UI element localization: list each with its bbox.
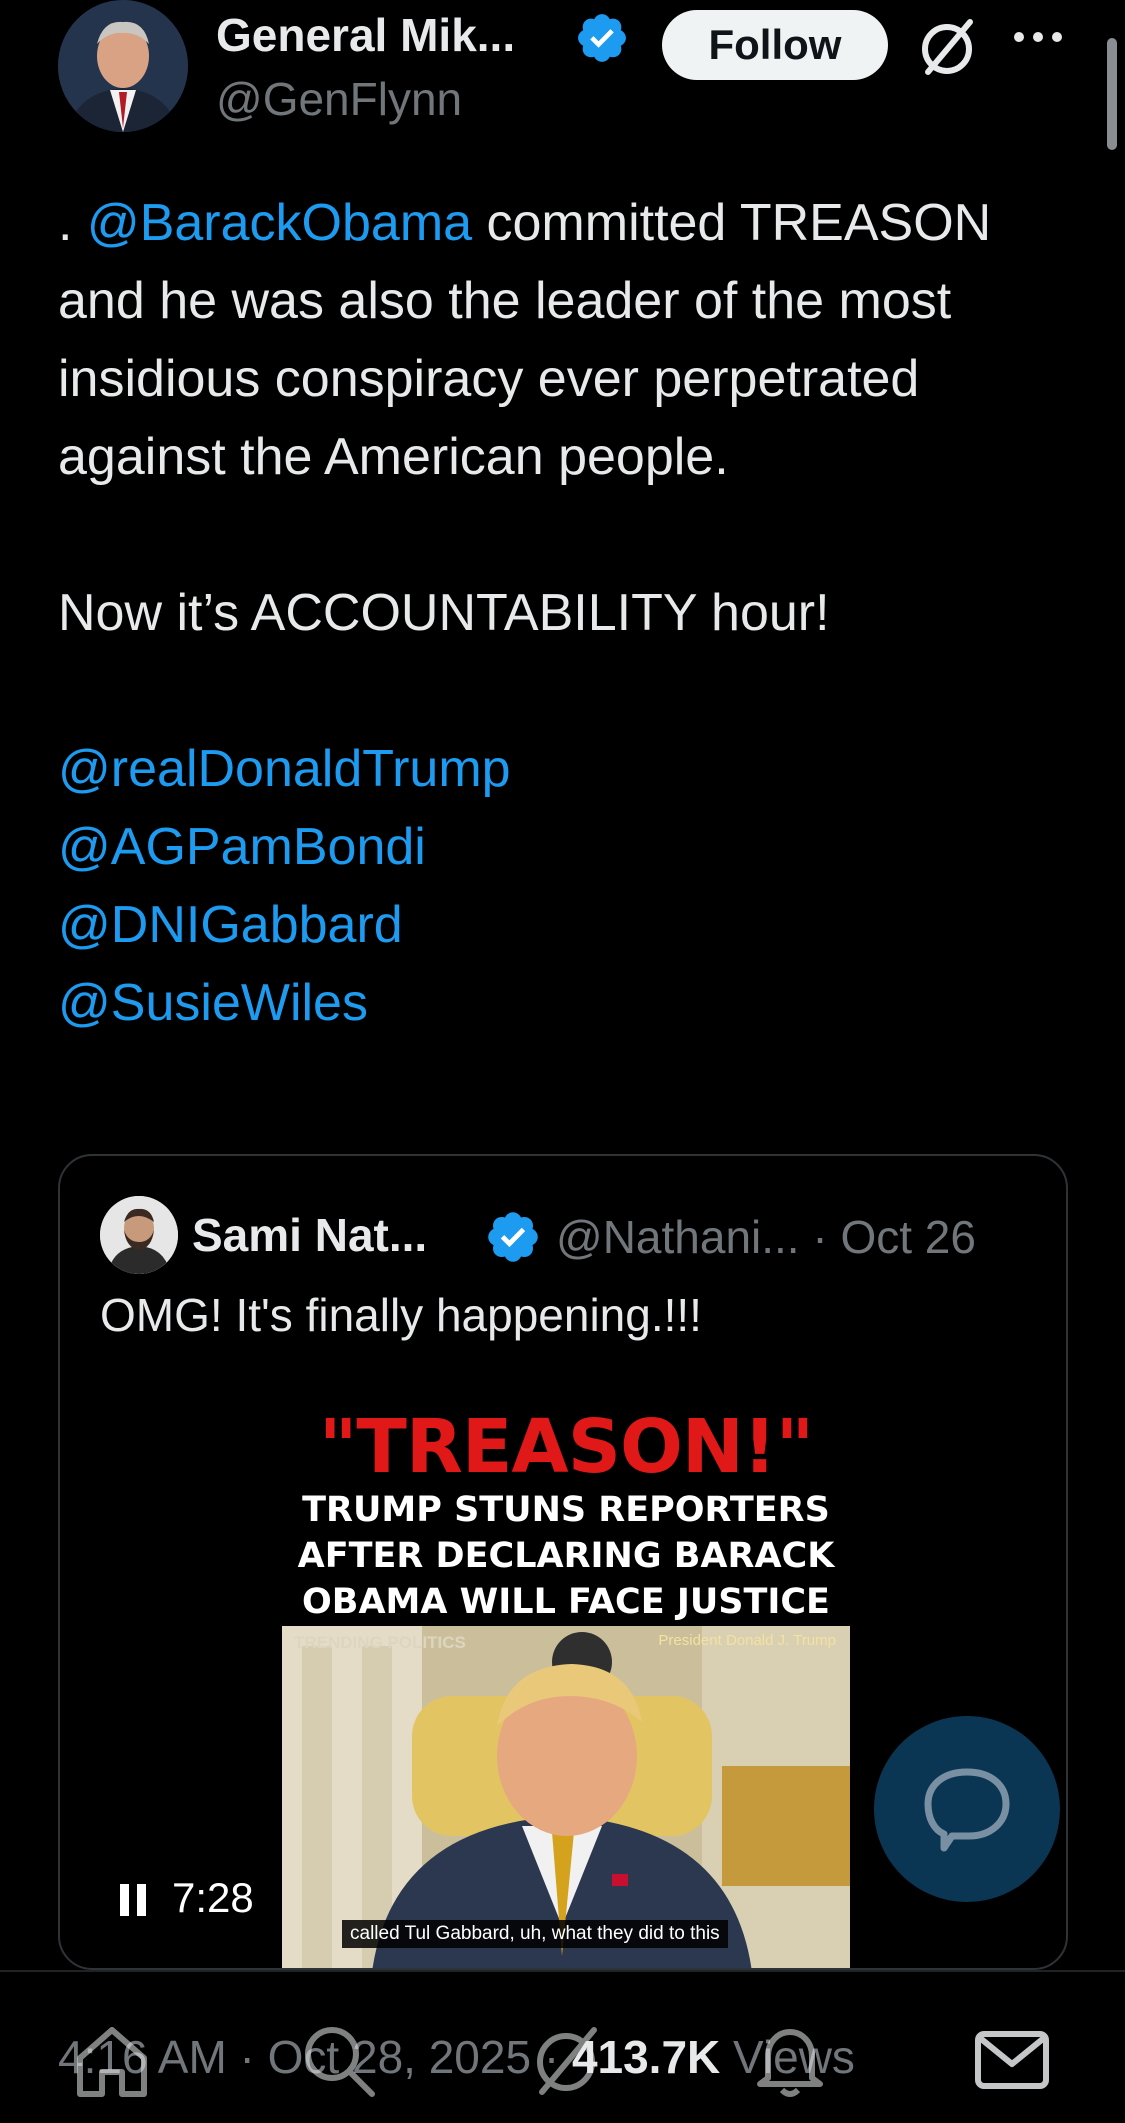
video-frame: TRENDING POLITICS President Donald J. Tr… bbox=[282, 1626, 850, 1968]
tweet-paragraph-1: . @BarackObama committed TREASON and he … bbox=[58, 194, 992, 486]
grok-icon[interactable] bbox=[914, 14, 980, 80]
messages-icon[interactable] bbox=[970, 2018, 1054, 2102]
follow-button[interactable]: Follow bbox=[662, 10, 888, 80]
notifications-icon[interactable] bbox=[748, 2018, 832, 2102]
quoted-tweet-text: OMG! It's finally happening.!!! bbox=[100, 1289, 702, 1341]
pause-icon[interactable] bbox=[118, 1882, 148, 1918]
mention-link[interactable]: @SusieWiles bbox=[58, 964, 1078, 1042]
video-watermark: TRENDING POLITICS bbox=[294, 1633, 466, 1652]
tweet-text: . @BarackObama committed TREASON and he … bbox=[58, 184, 1078, 1042]
reply-fab-button[interactable] bbox=[874, 1716, 1060, 1902]
mention-link[interactable]: @realDonaldTrump bbox=[58, 730, 1078, 808]
grok-icon[interactable] bbox=[524, 2018, 608, 2102]
mention-link[interactable]: @DNIGabbard bbox=[58, 886, 1078, 964]
verified-badge-icon bbox=[488, 1212, 538, 1262]
author-handle[interactable]: @GenFlynn bbox=[216, 72, 462, 126]
reply-bubble-icon bbox=[924, 1768, 1010, 1852]
verified-badge-icon bbox=[578, 14, 626, 62]
author-name[interactable]: General Mik... bbox=[216, 8, 515, 62]
video-subtitle: called Tul Gabbard, uh, what they did to… bbox=[342, 1920, 728, 1948]
search-icon[interactable] bbox=[296, 2018, 380, 2102]
video-headline-line: TRUMP STUNS REPORTERS bbox=[302, 1490, 830, 1530]
divider bbox=[0, 1970, 1125, 1972]
tweet-meta: 4:16 AM · Oct 28, 2025 · 413.7K Views bbox=[58, 2030, 855, 2084]
scrollbar[interactable] bbox=[1107, 38, 1117, 150]
video-headline-line: OBAMA WILL FACE JUSTICE bbox=[302, 1582, 830, 1622]
mention-link[interactable]: @BarackObama bbox=[87, 194, 472, 252]
more-icon[interactable] bbox=[1010, 22, 1066, 52]
video-headline-line: AFTER DECLARING BARACK bbox=[297, 1536, 835, 1576]
home-icon[interactable] bbox=[70, 2018, 154, 2102]
video-name-tag: President Donald J. Trump bbox=[658, 1632, 836, 1649]
tweet-paragraph-2: Now it’s ACCOUNTABILITY hour! bbox=[58, 584, 830, 642]
video-time: 7:28 bbox=[172, 1874, 254, 1921]
video-player[interactable]: "TREASON!" TRUMP STUNS REPORTERS AFTER D… bbox=[282, 1404, 850, 1968]
video-headline-title: "TREASON!" bbox=[318, 1404, 814, 1490]
mention-link[interactable]: @AGPamBondi bbox=[58, 808, 1078, 886]
quoted-author-name[interactable]: Sami Nat... bbox=[192, 1208, 427, 1262]
quoted-handle-date[interactable]: @Nathani... · Oct 26 bbox=[556, 1210, 976, 1264]
quoted-author-avatar[interactable] bbox=[100, 1196, 178, 1274]
author-avatar[interactable] bbox=[58, 0, 188, 132]
